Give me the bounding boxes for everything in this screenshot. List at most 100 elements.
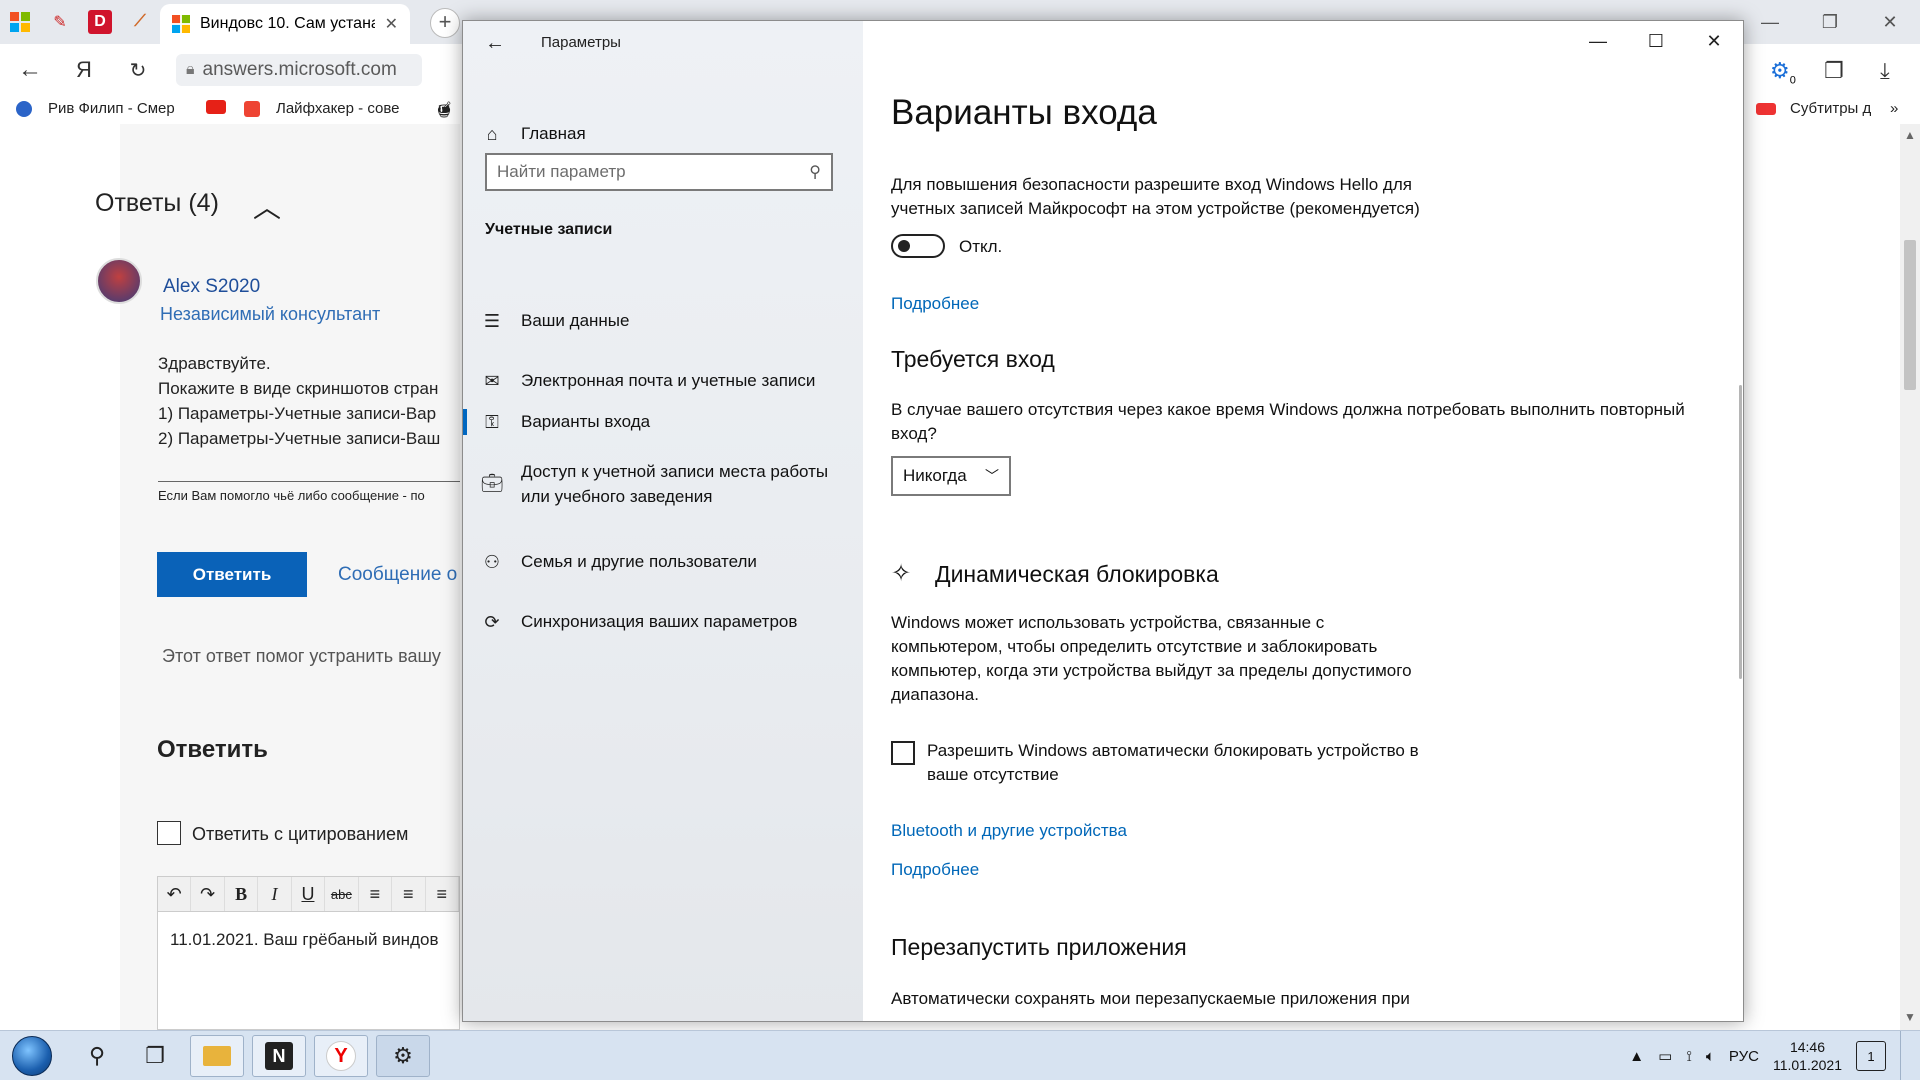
nav-item-label: Доступ к учетной записи места работы или… xyxy=(521,459,828,509)
italic-icon[interactable]: I xyxy=(258,877,292,911)
windows-tab-icon[interactable] xyxy=(8,10,32,34)
nav-item-family[interactable]: ⚇ Семья и другие пользователи xyxy=(463,542,863,582)
page-scrollbar[interactable]: ▲ ▼ xyxy=(1900,124,1920,1030)
require-text-line1: В случае вашего отсутствия через какое в… xyxy=(891,400,1685,419)
hello-description: Для повышения безопасности разрешите вхо… xyxy=(891,173,1420,221)
hello-text-line1: Для повышения безопасности разрешите вхо… xyxy=(891,175,1412,194)
pen-tab-icon[interactable]: ✎ xyxy=(48,10,72,34)
learn-more-link[interactable]: Подробнее xyxy=(891,294,979,314)
underline-icon[interactable]: U xyxy=(292,877,326,911)
clock-date: 11.01.2021 xyxy=(1772,1057,1842,1073)
tool-tab-icon[interactable]: ⟋ xyxy=(128,10,152,34)
nav-item-label: Электронная почта и учетные записи xyxy=(521,371,816,390)
language-indicator[interactable]: РУС xyxy=(1729,1048,1759,1065)
volume-icon[interactable]: 🔈︎ xyxy=(1706,1048,1715,1065)
nav-item-email[interactable]: ✉ Электронная почта и учетные записи xyxy=(463,361,863,401)
content-scrollbar[interactable] xyxy=(1739,385,1742,679)
action-center-icon[interactable]: 1 xyxy=(1856,1041,1886,1071)
author-role[interactable]: Независимый консультант xyxy=(160,304,380,325)
scroll-down-icon[interactable]: ▼ xyxy=(1904,1010,1916,1024)
align-right-icon[interactable]: ≡ xyxy=(426,877,459,911)
browser-window-controls: — ❐ ✕ xyxy=(1740,0,1920,44)
hello-text-line2: учетных записей Майкрософт на этом устро… xyxy=(891,199,1420,218)
post-line: 2) Параметры-Учетные записи-Ваш xyxy=(158,429,441,448)
bookmark-item[interactable]: Рив Филип - Смер xyxy=(16,100,175,117)
user-info-icon: ☰ xyxy=(483,310,501,331)
bookmark-item[interactable]: Лайфхакер - сове xyxy=(244,100,399,117)
notion-icon[interactable]: N xyxy=(252,1035,306,1077)
browser-restore-button[interactable]: ❐ xyxy=(1800,0,1860,44)
briefcase-icon: 💼︎ xyxy=(480,473,504,493)
dynamic-lock-checkbox-label[interactable]: Разрешить Windows автоматически блокиров… xyxy=(927,739,1419,787)
file-explorer-icon[interactable] xyxy=(190,1035,244,1077)
toggle-knob xyxy=(898,240,910,252)
bold-icon[interactable]: B xyxy=(225,877,259,911)
hello-toggle-switch[interactable] xyxy=(891,234,945,258)
undo-icon[interactable]: ↶ xyxy=(158,877,192,911)
url-text: answers.microsoft.com xyxy=(202,59,397,80)
nav-item-work-access[interactable]: 💼︎ Доступ к учетной записи места работы … xyxy=(463,459,863,515)
task-view-icon[interactable]: ❐ xyxy=(128,1035,182,1077)
browser-minimize-button[interactable]: — xyxy=(1740,0,1800,44)
battery-icon[interactable]: ▭ xyxy=(1658,1047,1672,1065)
collections-icon[interactable]: ❐ xyxy=(1824,58,1844,84)
settings-back-icon[interactable]: ← xyxy=(481,29,509,57)
tray-overflow-icon[interactable]: ▲ xyxy=(1629,1048,1644,1065)
align-center-icon[interactable]: ≡ xyxy=(392,877,426,911)
align-left-icon[interactable]: ≡ xyxy=(359,877,393,911)
author-name[interactable]: Alex S2020 xyxy=(163,276,260,298)
tab-close-icon[interactable]: ✕ xyxy=(385,14,398,34)
back-arrow-icon[interactable]: ← xyxy=(12,54,48,86)
reply-button[interactable]: Ответить xyxy=(157,552,307,597)
nav-item-label: Синхронизация ваших параметров xyxy=(521,612,798,631)
nav-item-label-line2: или учебного заведения xyxy=(521,487,713,506)
bookmark-item[interactable]: 🍯︎ xyxy=(434,100,454,120)
start-button[interactable] xyxy=(12,1036,52,1076)
chevron-up-icon[interactable]: ︿ xyxy=(253,186,281,226)
nav-item-sync[interactable]: ⟳ Синхронизация ваших параметров xyxy=(463,602,863,642)
avatar[interactable] xyxy=(96,258,142,304)
bookmark-label: Рив Филип - Смер xyxy=(48,100,175,117)
redo-icon[interactable]: ↷ xyxy=(191,877,225,911)
nav-item-your-info[interactable]: ☰ Ваши данные xyxy=(463,301,863,341)
dynamic-text-line1: Windows может использовать устройства, с… xyxy=(891,613,1325,632)
url-field[interactable]: 🔒︎ answers.microsoft.com xyxy=(176,54,422,86)
require-signin-dropdown[interactable]: Никогда ﹀ xyxy=(891,456,1011,496)
reload-icon[interactable]: ↻ xyxy=(120,54,156,86)
nav-item-label: Ваши данные xyxy=(521,311,630,330)
profile-icon[interactable]: Я xyxy=(66,54,102,86)
settings-search-input[interactable]: Найти параметр ⚲ xyxy=(485,153,833,191)
yandex-browser-icon[interactable]: Y xyxy=(314,1035,368,1077)
clock[interactable]: 14:46 11.01.2021 xyxy=(1773,1038,1842,1074)
post-signature: Если Вам помогло чьё либо сообщение - по xyxy=(158,488,425,503)
active-tab[interactable]: Виндовс 10. Сам устана ✕ xyxy=(160,4,410,44)
dynamic-lock-heading: Динамическая блокировка xyxy=(935,561,1219,587)
dynamic-lock-checkbox[interactable] xyxy=(891,741,915,765)
dropdown-value: Никогда xyxy=(903,466,967,485)
bookmark-item[interactable]: Субтитры д xyxy=(1756,100,1871,117)
bluetooth-link[interactable]: Bluetooth и другие устройства xyxy=(891,821,1127,841)
strikethrough-icon[interactable]: abc xyxy=(325,877,359,911)
youtube-bookmark[interactable] xyxy=(206,100,226,114)
search-icon[interactable]: ⚲ xyxy=(70,1035,124,1077)
system-tray: ▲ ▭ ⟟ 🔈︎ РУС 14:46 11.01.2021 1 xyxy=(1629,1031,1920,1080)
d-tab-icon[interactable]: D xyxy=(88,10,112,34)
network-icon[interactable]: ⟟ xyxy=(1686,1048,1692,1065)
learn-more-link-2[interactable]: Подробнее xyxy=(891,860,979,880)
download-icon[interactable]: ⤓ xyxy=(1880,58,1890,84)
scrollbar-thumb[interactable] xyxy=(1904,240,1916,390)
new-tab-button[interactable]: + xyxy=(430,8,460,38)
nav-home[interactable]: ⌂ Главная xyxy=(463,113,863,155)
clock-time: 14:46 xyxy=(1789,1039,1825,1055)
show-desktop-button[interactable] xyxy=(1900,1031,1912,1080)
scroll-up-icon[interactable]: ▲ xyxy=(1904,128,1916,142)
browser-close-button[interactable]: ✕ xyxy=(1860,0,1920,44)
settings-gear-icon[interactable]: ⚙ xyxy=(376,1035,430,1077)
taskbar: ⚲ ❐ N Y ⚙ ▲ ▭ ⟟ 🔈︎ РУС 14:46 11.01.2021 … xyxy=(0,1030,1920,1080)
nav-item-sign-in-options[interactable]: ⚿ Варианты входа xyxy=(463,402,863,442)
bookmarks-overflow-icon[interactable]: » xyxy=(1890,100,1898,117)
quote-checkbox[interactable] xyxy=(157,821,181,845)
nav-section-title: Учетные записи xyxy=(485,221,613,238)
extension-icon[interactable]: ⚙0 xyxy=(1770,58,1796,86)
report-link[interactable]: Сообщение о xyxy=(338,564,457,586)
